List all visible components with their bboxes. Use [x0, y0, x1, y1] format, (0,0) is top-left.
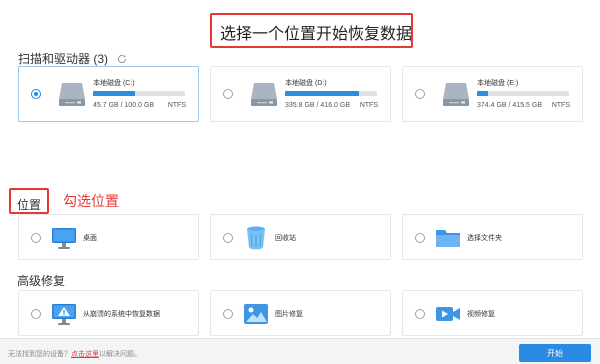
location-label: 桌面 [83, 235, 97, 242]
drive-radio-c[interactable] [31, 89, 41, 99]
page-title: 选择一个位置开始恢复数据 [220, 26, 413, 43]
drive-name: 本地磁盘 (C:) [93, 80, 135, 87]
drive-card-d[interactable]: 本地磁盘 (D:) 335.8 GB / 416.0 GB NTFS [210, 66, 391, 122]
recycle-bin-icon [247, 226, 265, 250]
location-radio-recycle-bin[interactable] [223, 233, 233, 243]
footer-help-link[interactable]: 点击这里 [71, 351, 99, 358]
location-radio-choose-folder[interactable] [415, 233, 425, 243]
drive-card-c[interactable]: 本地磁盘 (C:) 45.7 GB / 100.0 GB NTFS [18, 66, 199, 122]
location-card-desktop[interactable]: 桌面 [18, 214, 199, 260]
hard-drive-icon [251, 83, 277, 106]
footer-help-text: 无法找到您的设备？点击这里以解决问题。 [8, 349, 141, 359]
footer-bar: 无法找到您的设备？点击这里以解决问题。 开始 [0, 338, 600, 364]
location-label: 回收站 [275, 235, 296, 242]
drive-name: 本地磁盘 (D:) [285, 80, 327, 87]
drive-usage-text: 45.7 GB / 100.0 GB [93, 102, 155, 109]
advanced-card-crashed-system[interactable]: 从崩溃的系统中恢复数据 [18, 290, 199, 336]
drive-usage-fill [285, 91, 360, 96]
image-repair-icon [244, 304, 268, 324]
footer-prefix: 无法找到您的设备？ [8, 351, 71, 358]
drive-usage-text: 335.8 GB / 416.0 GB [285, 102, 350, 109]
advanced-radio-image-repair[interactable] [223, 309, 233, 319]
footer-suffix: 以解决问题。 [99, 351, 141, 358]
location-card-choose-folder[interactable]: 选择文件夹 [402, 214, 583, 260]
location-label: 选择文件夹 [467, 235, 502, 242]
drive-usage-fill [93, 91, 136, 96]
annotation-text: 勾选位置 [63, 193, 119, 209]
drive-filesystem: NTFS [551, 102, 570, 109]
location-section-label: 位置 [17, 198, 42, 212]
drive-usage-bar [477, 91, 569, 96]
drive-radio-d[interactable] [223, 89, 233, 99]
advanced-section-label: 高级修复 [17, 274, 66, 288]
location-radio-desktop[interactable] [31, 233, 41, 243]
drive-filesystem: NTFS [359, 102, 378, 109]
location-card-recycle-bin[interactable]: 回收站 [210, 214, 391, 260]
drive-radio-e[interactable] [415, 89, 425, 99]
advanced-radio-crashed-system[interactable] [31, 309, 41, 319]
drive-usage-fill [477, 91, 488, 96]
advanced-radio-video-repair[interactable] [415, 309, 425, 319]
crashed-system-icon [52, 304, 76, 325]
advanced-label: 图片修复 [275, 311, 303, 318]
advanced-card-video-repair[interactable]: 视频修复 [402, 290, 583, 336]
drive-filesystem: NTFS [167, 102, 186, 109]
advanced-card-image-repair[interactable]: 图片修复 [210, 290, 391, 336]
drives-section-header: 扫描和驱动器 (3) [18, 50, 127, 67]
hard-drive-icon [59, 83, 85, 106]
drive-usage-bar [285, 91, 377, 96]
start-button[interactable]: 开始 [519, 344, 591, 362]
advanced-label: 视频修复 [467, 311, 495, 318]
refresh-icon[interactable] [117, 54, 127, 64]
advanced-label: 从崩溃的系统中恢复数据 [83, 311, 160, 318]
drives-count: (3) [93, 52, 109, 66]
drive-usage-text: 374.4 GB / 415.5 GB [477, 102, 542, 109]
folder-icon [436, 230, 460, 247]
desktop-icon [52, 228, 76, 249]
drive-card-e[interactable]: 本地磁盘 (E:) 374.4 GB / 415.5 GB NTFS [402, 66, 583, 122]
drive-name: 本地磁盘 (E:) [477, 80, 519, 87]
hard-drive-icon [443, 83, 469, 106]
drives-section-label: 扫描和驱动器 [18, 52, 91, 66]
drive-usage-bar [93, 91, 185, 96]
video-repair-icon [436, 307, 460, 321]
